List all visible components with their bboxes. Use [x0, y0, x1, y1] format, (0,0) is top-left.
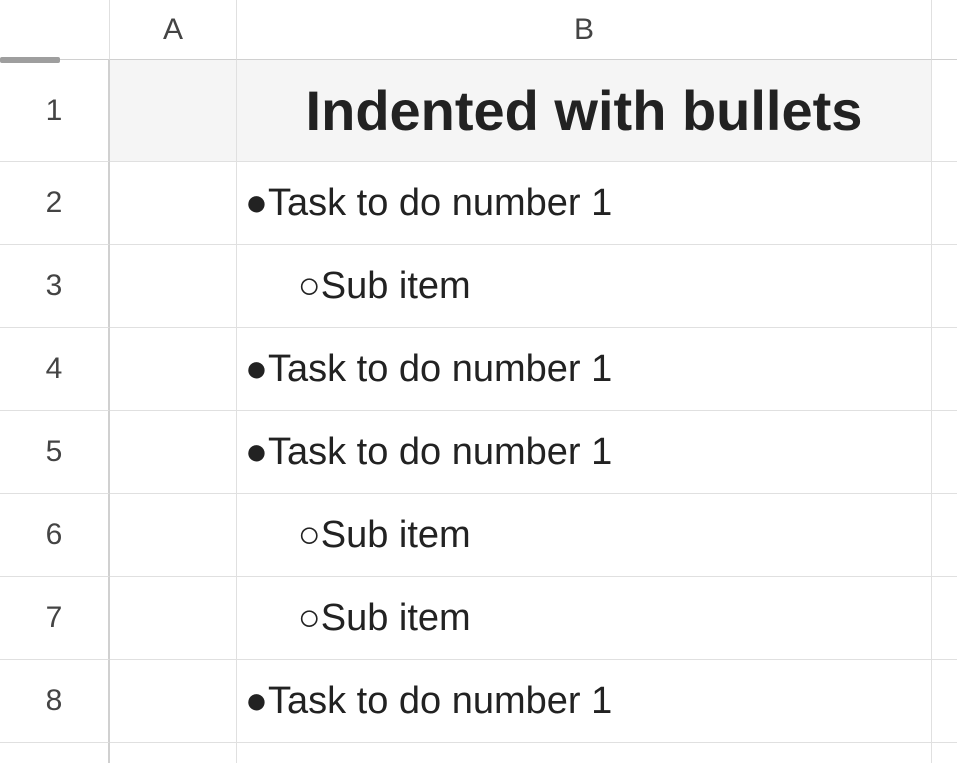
column-header-a[interactable]: A — [110, 0, 237, 60]
select-all-corner[interactable] — [0, 0, 110, 60]
cell-edge — [932, 411, 957, 494]
cell-edge — [932, 328, 957, 411]
row-header-9[interactable] — [0, 743, 110, 763]
cell-b5[interactable]: ●Task to do number 1 — [237, 411, 932, 494]
spreadsheet-grid: A B 1 Indented with bullets 2 ●Task to d… — [0, 0, 957, 763]
cell-a4[interactable] — [110, 328, 237, 411]
cell-b8[interactable]: ●Task to do number 1 — [237, 660, 932, 743]
cell-edge — [932, 577, 957, 660]
cell-edge — [932, 245, 957, 328]
cell-edge — [932, 660, 957, 743]
row-header-2[interactable]: 2 — [0, 162, 110, 245]
cell-edge — [932, 743, 957, 763]
cell-a3[interactable] — [110, 245, 237, 328]
cell-b7[interactable]: ○Sub item — [237, 577, 932, 660]
cell-edge — [932, 494, 957, 577]
cell-b9[interactable] — [237, 743, 932, 763]
cell-b3[interactable]: ○Sub item — [237, 245, 932, 328]
cell-b4[interactable]: ●Task to do number 1 — [237, 328, 932, 411]
row-header-3[interactable]: 3 — [0, 245, 110, 328]
cell-a1[interactable] — [110, 60, 237, 162]
cell-b6[interactable]: ○Sub item — [237, 494, 932, 577]
row-header-5[interactable]: 5 — [0, 411, 110, 494]
cell-a8[interactable] — [110, 660, 237, 743]
cell-a6[interactable] — [110, 494, 237, 577]
cell-a2[interactable] — [110, 162, 237, 245]
cell-edge — [932, 162, 957, 245]
cell-edge — [932, 60, 957, 162]
row-header-7[interactable]: 7 — [0, 577, 110, 660]
cell-a7[interactable] — [110, 577, 237, 660]
column-header-edge — [932, 0, 957, 60]
cell-b1[interactable]: Indented with bullets — [237, 60, 932, 162]
cell-a9[interactable] — [110, 743, 237, 763]
row-header-6[interactable]: 6 — [0, 494, 110, 577]
row-header-1[interactable]: 1 — [0, 60, 110, 162]
row-header-4[interactable]: 4 — [0, 328, 110, 411]
row-header-8[interactable]: 8 — [0, 660, 110, 743]
column-header-b[interactable]: B — [237, 0, 932, 60]
cell-a5[interactable] — [110, 411, 237, 494]
cell-b2[interactable]: ●Task to do number 1 — [237, 162, 932, 245]
